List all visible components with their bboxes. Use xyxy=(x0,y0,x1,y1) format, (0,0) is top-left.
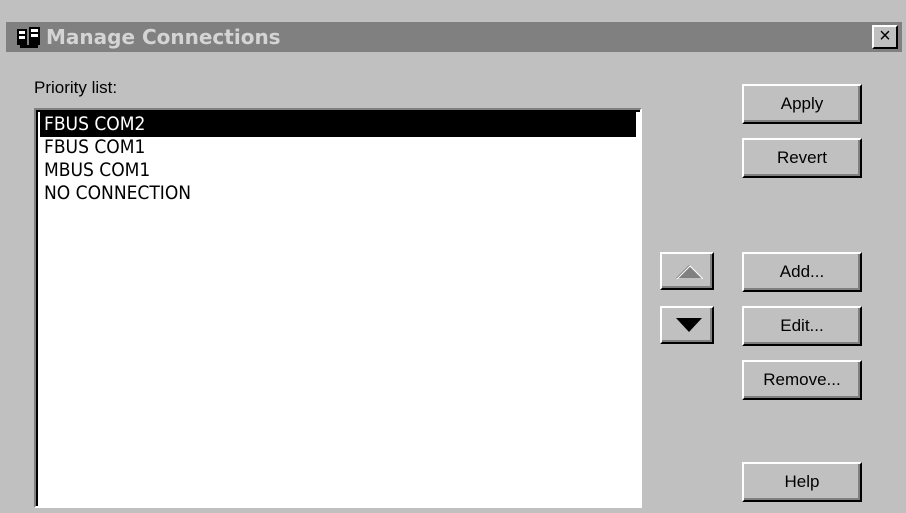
apply-button[interactable]: Apply xyxy=(742,84,862,124)
help-button-label: Help xyxy=(784,472,820,491)
priority-list-label: Priority list: xyxy=(34,78,117,98)
priority-list-label-text: Priority list: xyxy=(34,78,118,97)
remove-button[interactable]: Remove... xyxy=(742,360,862,400)
title-bar[interactable]: Manage Connections × xyxy=(6,22,902,52)
revert-button[interactable]: Revert xyxy=(742,138,862,178)
help-button[interactable]: Help xyxy=(742,462,862,502)
app-icon xyxy=(16,25,42,49)
window-title: Manage Connections xyxy=(46,25,281,49)
edit-button-label: Edit... xyxy=(780,316,824,335)
list-item[interactable]: NO CONNECTION xyxy=(40,181,636,206)
add-button-label: Add... xyxy=(779,262,825,281)
close-icon: × xyxy=(879,25,891,47)
priority-listbox[interactable]: FBUS COM2 FBUS COM1 MBUS COM1 NO CONNECTION xyxy=(34,108,642,508)
move-down-button[interactable] xyxy=(660,306,714,344)
close-button[interactable]: × xyxy=(872,25,898,49)
list-item[interactable]: FBUS COM2 xyxy=(40,112,636,137)
move-up-button[interactable] xyxy=(660,252,714,290)
add-button[interactable]: Add... xyxy=(742,252,862,292)
arrow-up-icon xyxy=(676,265,703,279)
apply-button-label: Apply xyxy=(780,94,824,113)
revert-button-label: Revert xyxy=(776,148,828,167)
edit-button[interactable]: Edit... xyxy=(742,306,862,346)
list-item[interactable]: MBUS COM1 xyxy=(40,158,636,183)
remove-button-label: Remove... xyxy=(763,370,841,389)
list-item[interactable]: FBUS COM1 xyxy=(40,135,636,160)
manage-connections-dialog: Manage Connections × Priority list: FBUS… xyxy=(0,0,906,513)
arrow-down-icon xyxy=(676,318,702,332)
